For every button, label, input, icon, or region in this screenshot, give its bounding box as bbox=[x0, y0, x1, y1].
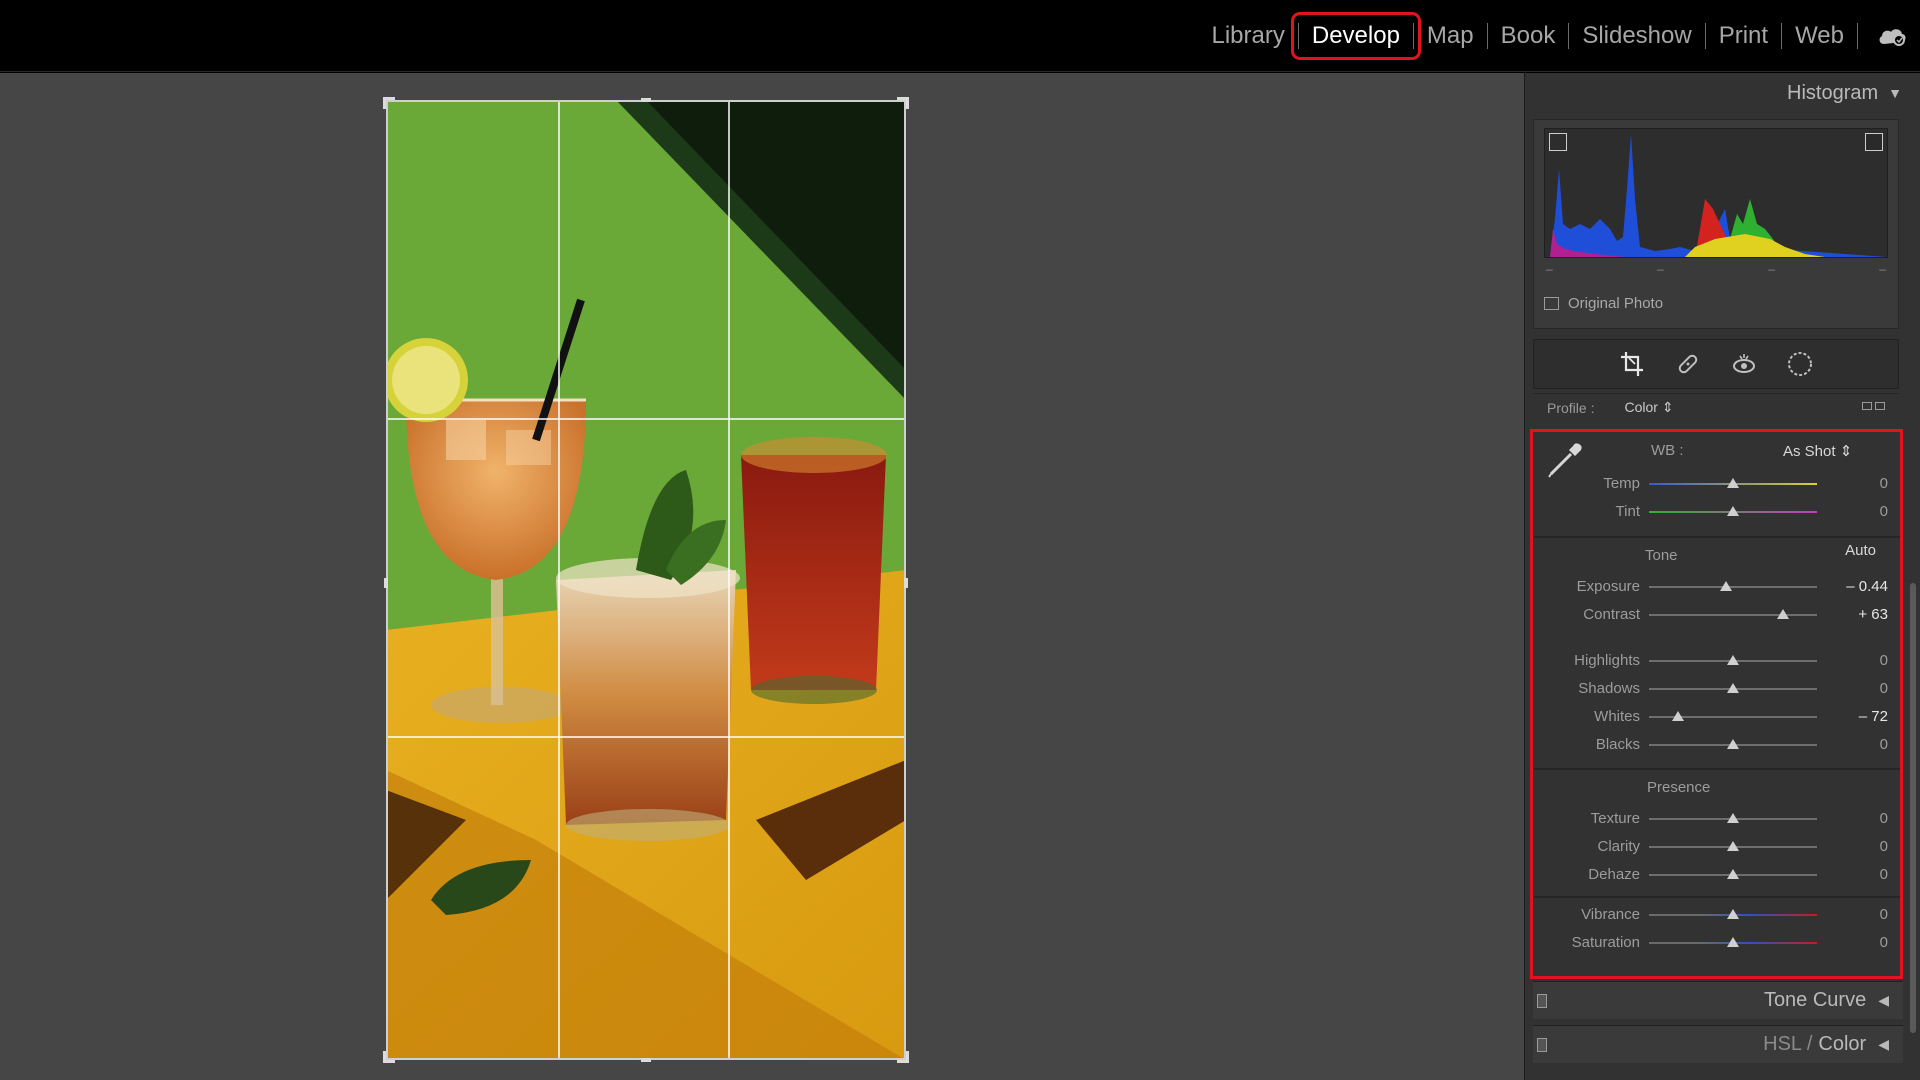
module-separator bbox=[1857, 23, 1858, 49]
auto-tone-button[interactable]: Auto bbox=[1845, 542, 1876, 559]
clarity-slider-thumb[interactable] bbox=[1727, 841, 1739, 851]
contrast-track[interactable] bbox=[1649, 614, 1817, 616]
cloud-icon[interactable] bbox=[1872, 20, 1912, 52]
wb-dropdown[interactable]: As Shot ⇕ bbox=[1783, 442, 1852, 460]
whites-slider-row[interactable]: Whites – 72 bbox=[1533, 706, 1900, 728]
exposure-slider-thumb[interactable] bbox=[1720, 581, 1733, 591]
section-divider bbox=[1533, 536, 1900, 538]
texture-slider-thumb[interactable] bbox=[1727, 813, 1739, 823]
hsl-color-panel-header[interactable]: HSL / Color ◀ bbox=[1533, 1025, 1903, 1063]
histogram-info-dashes: – – – – bbox=[1546, 262, 1886, 276]
vibrance-slider-thumb[interactable] bbox=[1727, 909, 1739, 919]
crop-grid-line bbox=[558, 100, 560, 1060]
healing-icon[interactable] bbox=[1671, 347, 1705, 381]
saturation-slider-thumb[interactable] bbox=[1727, 937, 1739, 947]
original-photo-label: Original Photo bbox=[1568, 295, 1664, 312]
crop-corner-tl[interactable] bbox=[383, 97, 395, 109]
dehaze-slider-row[interactable]: Dehaze 0 bbox=[1533, 864, 1900, 886]
collapse-triangle-icon: ▼ bbox=[1888, 85, 1902, 101]
saturation-slider-row[interactable]: Saturation 0 bbox=[1533, 932, 1900, 954]
shadows-slider-row[interactable]: Shadows 0 bbox=[1533, 678, 1900, 700]
vibrance-slider-row[interactable]: Vibrance 0 bbox=[1533, 904, 1900, 926]
crop-corner-tr[interactable] bbox=[897, 97, 909, 109]
photo-preview bbox=[386, 100, 906, 1060]
crop-handle-bottom[interactable] bbox=[641, 1058, 651, 1062]
crop-grid-line bbox=[386, 418, 906, 420]
shadows-slider-thumb[interactable] bbox=[1727, 683, 1739, 693]
crop-handle-right[interactable] bbox=[904, 578, 908, 588]
crop-frame[interactable] bbox=[383, 97, 909, 1063]
expand-triangle-icon: ◀ bbox=[1878, 992, 1889, 1008]
crop-grid-line bbox=[386, 736, 906, 738]
tint-slider-thumb[interactable] bbox=[1727, 506, 1739, 516]
image-workspace bbox=[0, 73, 1524, 1080]
expand-triangle-icon: ◀ bbox=[1878, 1036, 1889, 1052]
profile-row: Profile : Color ⇕ bbox=[1533, 393, 1899, 421]
blacks-slider-row[interactable]: Blacks 0 bbox=[1533, 734, 1900, 756]
module-list: Library Develop Map Book Slideshow Print… bbox=[1199, 0, 1920, 72]
crop-corner-bl[interactable] bbox=[383, 1051, 395, 1063]
exposure-slider-row[interactable]: Exposure – 0.44 bbox=[1533, 576, 1900, 598]
section-divider bbox=[1533, 896, 1900, 898]
tone-curve-panel-header[interactable]: Tone Curve ◀ bbox=[1533, 981, 1903, 1019]
profile-label: Profile : bbox=[1547, 399, 1595, 416]
original-photo-checkbox[interactable] bbox=[1544, 297, 1559, 310]
panel-toggle-switch[interactable] bbox=[1537, 994, 1547, 1008]
dehaze-slider-thumb[interactable] bbox=[1727, 869, 1739, 879]
hsl-prefix: HSL / bbox=[1763, 1033, 1813, 1055]
temp-slider-row[interactable]: Temp 0 bbox=[1533, 473, 1900, 495]
histogram-graph[interactable] bbox=[1544, 128, 1888, 258]
exposure-track[interactable] bbox=[1649, 586, 1817, 588]
crop-corner-br[interactable] bbox=[897, 1051, 909, 1063]
section-divider bbox=[1533, 768, 1900, 770]
profile-browser-icon[interactable] bbox=[1862, 402, 1885, 410]
module-library[interactable]: Library bbox=[1199, 20, 1298, 52]
module-picker-bar: Library Develop Map Book Slideshow Print… bbox=[0, 0, 1920, 72]
module-print[interactable]: Print bbox=[1706, 20, 1781, 52]
profile-dropdown[interactable]: Color ⇕ bbox=[1624, 399, 1673, 416]
module-slideshow[interactable]: Slideshow bbox=[1569, 20, 1704, 52]
contrast-slider-row[interactable]: Contrast + 63 bbox=[1533, 604, 1900, 626]
highlights-slider-thumb[interactable] bbox=[1727, 655, 1739, 665]
crop-handle-top[interactable] bbox=[641, 98, 651, 102]
module-web[interactable]: Web bbox=[1782, 20, 1857, 52]
texture-slider-row[interactable]: Texture 0 bbox=[1533, 808, 1900, 830]
crop-handle-left[interactable] bbox=[384, 578, 388, 588]
presence-section-title: Presence bbox=[1647, 779, 1711, 796]
temp-slider-thumb[interactable] bbox=[1727, 478, 1739, 488]
panel-scrollbar[interactable] bbox=[1910, 583, 1916, 1033]
basic-panel: WB : As Shot ⇕ Temp 0 Tint 0 Tone Auto E… bbox=[1530, 429, 1903, 979]
histogram-panel: – – – – Original Photo bbox=[1533, 119, 1899, 329]
hsl-color-title: Color bbox=[1818, 1033, 1867, 1055]
original-photo-toggle[interactable]: Original Photo bbox=[1544, 295, 1663, 312]
histogram-title: Histogram bbox=[1787, 81, 1879, 104]
panel-toggle-switch[interactable] bbox=[1537, 1038, 1547, 1052]
whites-slider-thumb[interactable] bbox=[1671, 711, 1684, 721]
crop-grid-line bbox=[728, 100, 730, 1060]
tone-curve-title: Tone Curve bbox=[1763, 989, 1867, 1011]
module-book[interactable]: Book bbox=[1488, 20, 1569, 52]
red-eye-icon[interactable] bbox=[1727, 347, 1761, 381]
develop-right-panel: Histogram ▼ – – – – Original Photo Profi… bbox=[1524, 73, 1920, 1080]
blacks-slider-thumb[interactable] bbox=[1727, 739, 1739, 749]
tool-strip bbox=[1533, 339, 1899, 389]
wb-label: WB : bbox=[1651, 442, 1684, 459]
tint-slider-row[interactable]: Tint 0 bbox=[1533, 501, 1900, 523]
module-map[interactable]: Map bbox=[1414, 20, 1487, 52]
masking-icon[interactable] bbox=[1783, 347, 1817, 381]
tone-section-title: Tone bbox=[1645, 547, 1678, 564]
module-develop[interactable]: Develop bbox=[1290, 12, 1421, 60]
crop-overlay-icon[interactable] bbox=[1615, 347, 1649, 381]
histogram-header[interactable]: Histogram ▼ bbox=[1525, 73, 1920, 113]
clarity-slider-row[interactable]: Clarity 0 bbox=[1533, 836, 1900, 858]
highlights-slider-row[interactable]: Highlights 0 bbox=[1533, 650, 1900, 672]
contrast-slider-thumb[interactable] bbox=[1777, 609, 1790, 619]
